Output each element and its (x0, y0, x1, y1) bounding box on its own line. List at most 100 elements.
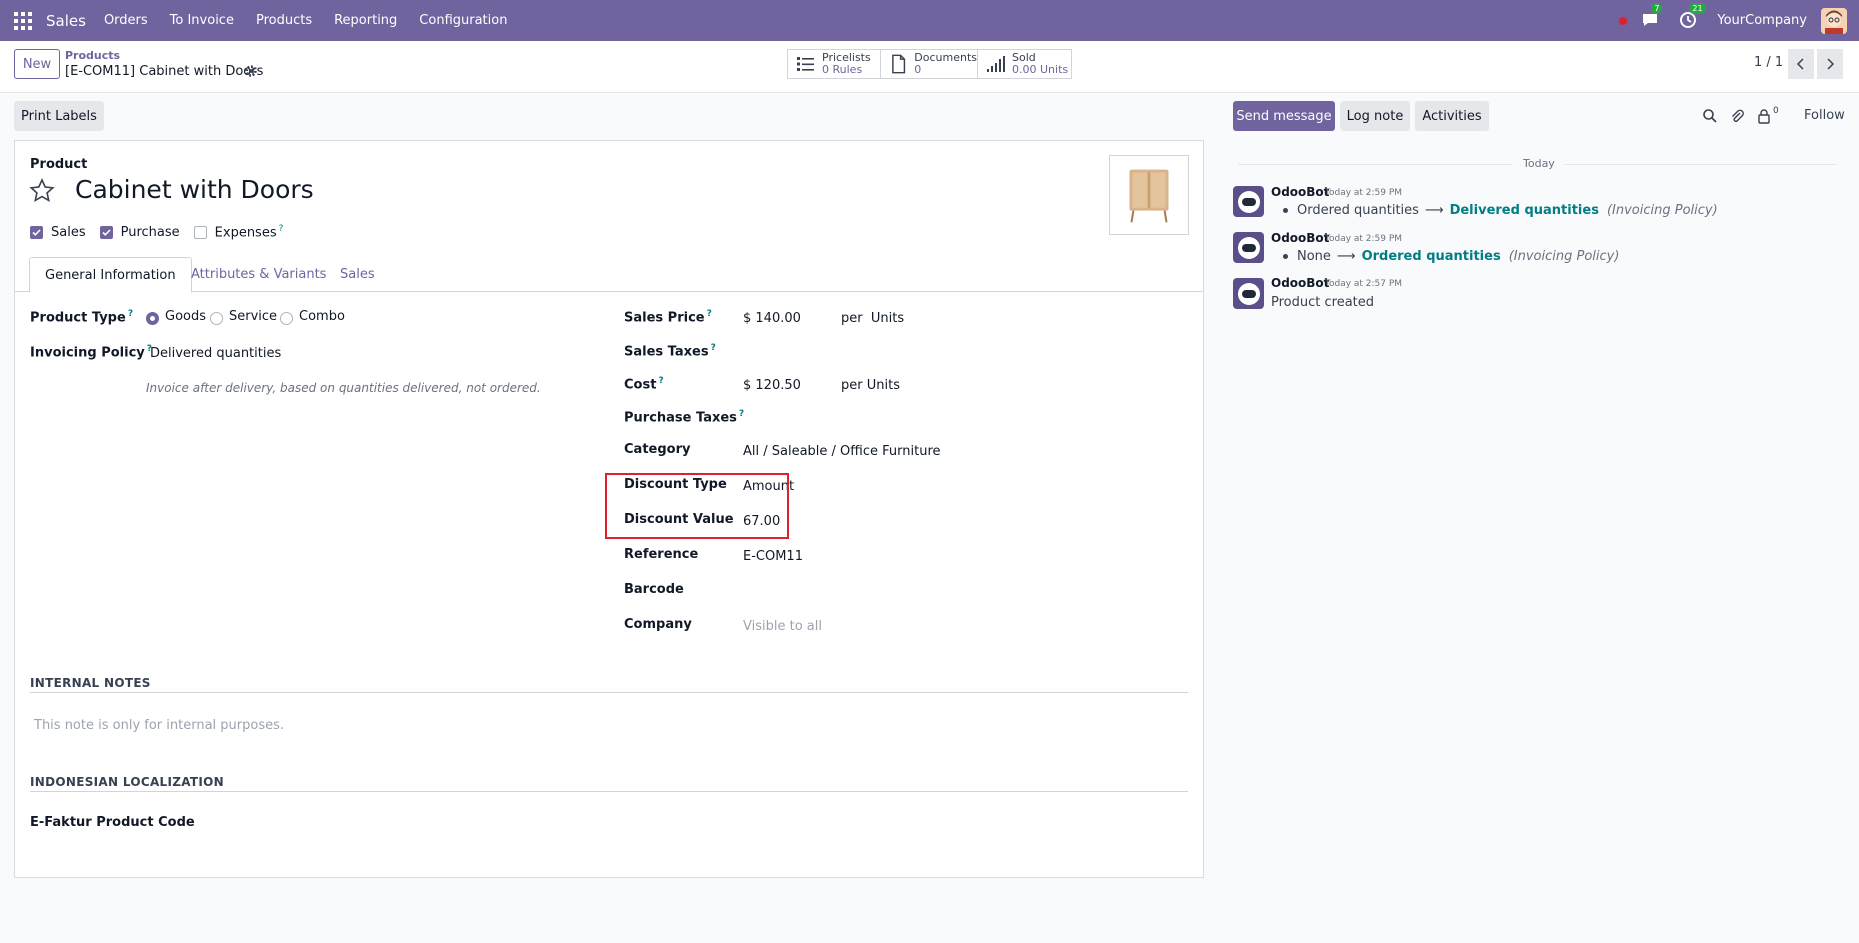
purchase-checkbox[interactable] (99, 225, 113, 239)
product-type-label: Product Type? (30, 309, 133, 325)
product-section-label: Product (30, 157, 88, 172)
cabinet-image (1129, 169, 1169, 223)
pager-previous-button[interactable] (1788, 49, 1814, 79)
documents-value: 0 (914, 63, 922, 76)
purchase-taxes-label-text: Purchase Taxes (624, 410, 737, 426)
favorite-star-icon[interactable] (29, 178, 55, 204)
product-name-field[interactable]: Cabinet with Doors (75, 175, 314, 204)
expenses-label-text: Expenses (214, 225, 277, 241)
paperclip-icon[interactable] (1729, 108, 1745, 124)
reference-label: Reference (624, 547, 699, 562)
arrow-right-icon: ⟶ (1336, 249, 1356, 264)
new-value: Delivered quantities (1449, 203, 1599, 218)
gear-icon[interactable] (244, 64, 258, 78)
sales-price-label-text: Sales Price (624, 310, 705, 326)
expenses-checkbox[interactable] (193, 225, 207, 239)
new-value: Ordered quantities (1361, 249, 1501, 264)
cost-help[interactable]: ? (658, 376, 663, 386)
menu-to-invoice[interactable]: To Invoice (170, 13, 234, 28)
tab-general-information[interactable]: General Information (29, 257, 192, 293)
menu-reporting[interactable]: Reporting (334, 13, 397, 28)
odoobot-avatar[interactable] (1233, 232, 1264, 263)
new-button[interactable]: New (14, 49, 60, 79)
company-switcher[interactable]: YourCompany (1717, 13, 1807, 28)
internal-notes-input[interactable]: This note is only for internal purposes. (34, 718, 284, 733)
odoobot-avatar[interactable] (1233, 278, 1264, 309)
date-divider-right (1565, 164, 1837, 165)
user-avatar[interactable] (1821, 7, 1847, 34)
product-type-combo-radio[interactable] (280, 312, 293, 325)
reference-input[interactable]: E-COM11 (743, 549, 803, 564)
main-menu: Orders To Invoice Products Reporting Con… (104, 13, 530, 28)
pricelists-smart-button[interactable]: Pricelists 0 Rules (787, 49, 881, 79)
purchase-taxes-help[interactable]: ? (739, 409, 744, 419)
app-grid-icon[interactable] (12, 10, 34, 32)
messages-badge: 7 (1651, 2, 1663, 14)
product-type-service-radio[interactable] (210, 312, 223, 325)
sales-price-help[interactable]: ? (707, 309, 712, 319)
company-select[interactable]: Visible to all (743, 619, 822, 634)
product-image[interactable] (1109, 155, 1189, 235)
odoobot-avatar[interactable] (1233, 186, 1264, 217)
pager-value[interactable]: 1 / 1 (1754, 55, 1783, 70)
product-type-goods-radio[interactable] (146, 312, 159, 325)
invoicing-policy-label: Invoicing Policy? (30, 344, 152, 360)
activities-clock-icon[interactable]: 21 (1679, 2, 1706, 31)
message-author[interactable]: OdooBot (1271, 276, 1329, 290)
menu-orders[interactable]: Orders (104, 13, 148, 28)
bullet-icon (1283, 208, 1288, 213)
pager-next-button[interactable] (1817, 49, 1843, 79)
message-author[interactable]: OdooBot (1271, 185, 1329, 199)
log-note-button[interactable]: Log note (1340, 101, 1410, 131)
followers-lock-icon[interactable] (1756, 108, 1772, 124)
menu-products[interactable]: Products (256, 13, 312, 28)
product-type-help[interactable]: ? (128, 309, 133, 319)
menu-configuration[interactable]: Configuration (419, 13, 507, 28)
product-type-combo-label: Combo (299, 309, 345, 324)
activities-button[interactable]: Activities (1415, 101, 1489, 131)
purchase-checkbox-label: Purchase (120, 224, 180, 240)
company-label: Company (624, 617, 692, 632)
search-icon[interactable] (1702, 108, 1718, 124)
sales-taxes-help[interactable]: ? (711, 343, 716, 353)
app-name[interactable]: Sales (46, 12, 86, 30)
tab-sales[interactable]: Sales (325, 257, 390, 292)
invoicing-policy-select[interactable]: Delivered quantities (150, 346, 281, 361)
old-value: Ordered quantities (1297, 203, 1419, 218)
print-labels-button[interactable]: Print Labels (14, 101, 104, 131)
localization-divider (30, 791, 1188, 792)
sales-price-input[interactable]: $ 140.00 (743, 311, 801, 326)
cost-unit: per Units (841, 378, 900, 393)
expenses-help-tooltip[interactable]: ? (279, 224, 284, 234)
cost-label: Cost? (624, 376, 664, 392)
chevron-left-icon (1796, 58, 1804, 70)
breadcrumb-current: [E-COM11] Cabinet with Doors (65, 64, 264, 79)
tracked-field: (Invoicing Policy) (1606, 203, 1718, 218)
invoicing-policy-hint: Invoice after delivery, based on quantit… (146, 381, 541, 395)
date-separator: Today (1523, 157, 1555, 170)
category-select[interactable]: All / Saleable / Office Furniture (743, 444, 941, 459)
sold-smart-button[interactable]: Sold 0.00 Units (977, 49, 1072, 79)
cost-input[interactable]: $ 120.50 (743, 378, 801, 393)
tab-attributes-variants[interactable]: Attributes & Variants (176, 257, 341, 292)
sales-checkbox-label: Sales (51, 224, 86, 240)
tracking-change: Ordered quantities ⟶ Delivered quantitie… (1283, 203, 1718, 218)
old-value: None (1297, 249, 1331, 264)
send-message-button[interactable]: Send message (1233, 101, 1335, 131)
chart-icon (987, 56, 1005, 72)
top-navbar: Sales Orders To Invoice Products Reporti… (0, 0, 1859, 41)
message-time: Today at 2:59 PM (1325, 188, 1403, 198)
purchase-taxes-label: Purchase Taxes? (624, 409, 744, 425)
invoicing-policy-label-text: Invoicing Policy (30, 345, 145, 361)
efaktur-code-label: E-Faktur Product Code (30, 815, 195, 830)
documents-smart-button[interactable]: Documents 0 (880, 49, 978, 79)
messages-icon[interactable]: 7 (1641, 2, 1663, 31)
breadcrumb-products[interactable]: Products (65, 49, 120, 62)
tracked-field: (Invoicing Policy) (1508, 249, 1620, 264)
expenses-checkbox-label: Expenses? (215, 224, 284, 240)
follow-button[interactable]: Follow (1804, 108, 1845, 123)
discount-highlight-box (605, 473, 789, 539)
message-author[interactable]: OdooBot (1271, 231, 1329, 245)
sales-checkbox[interactable] (30, 225, 43, 239)
message-time: Today at 2:59 PM (1325, 234, 1403, 244)
